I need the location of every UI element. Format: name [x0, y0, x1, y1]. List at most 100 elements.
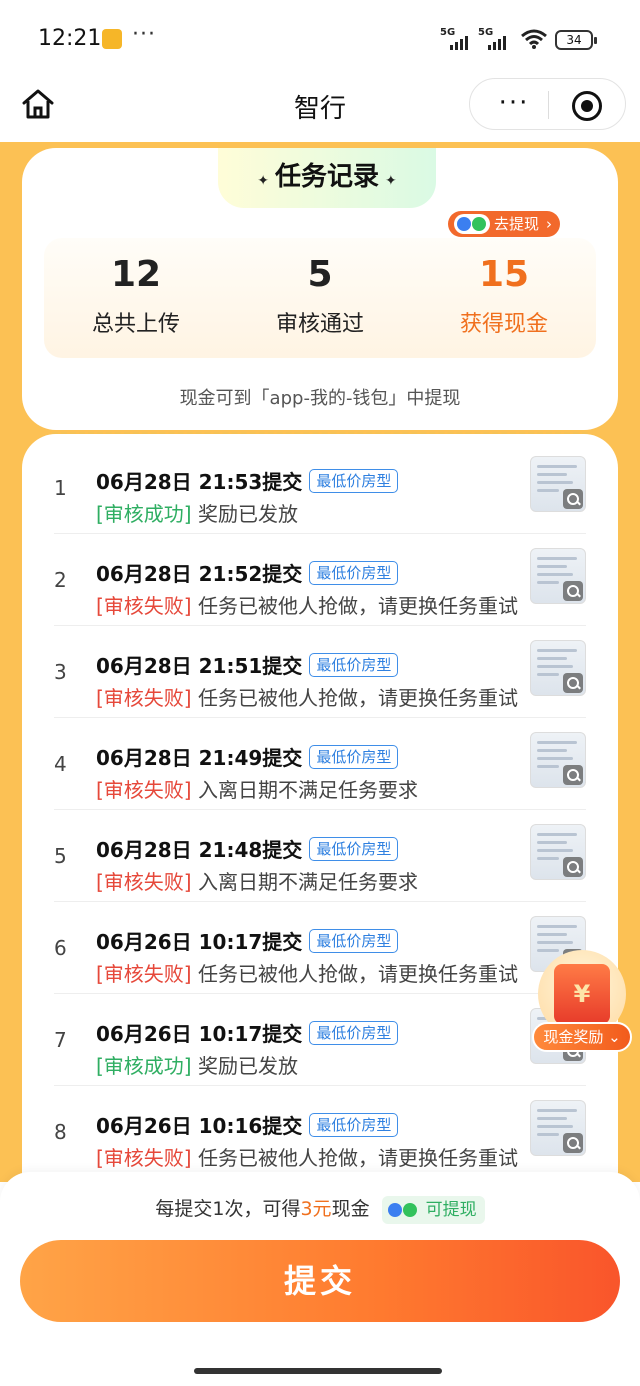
wallet-brand-icon — [387, 1201, 422, 1219]
task-index: 4 — [54, 752, 67, 776]
task-message: 任务已被他人抢做，请更换任务重试 — [197, 962, 518, 986]
task-type-tag: 最低价房型 — [309, 468, 399, 493]
reward-info: 每提交1次，可得3元现金 可提现 — [0, 1194, 640, 1224]
wallet-brand-icon — [454, 214, 490, 234]
task-submit-time: 06月28日 21:49提交 — [96, 746, 303, 770]
notification-icon — [102, 29, 122, 49]
task-index: 8 — [54, 1120, 67, 1144]
stat-total-uploads: 12 总共上传 — [44, 252, 228, 338]
task-result: [审核成功] 奖励已发放 — [96, 498, 298, 527]
task-index: 1 — [54, 476, 67, 500]
summary-title: 任务记录 — [274, 162, 379, 192]
screenshot-thumbnail[interactable] — [530, 548, 586, 604]
clock: 12:21 — [38, 26, 102, 51]
task-submit-time: 06月28日 21:48提交 — [96, 838, 303, 862]
task-result: [审核失败] 任务已被他人抢做，请更换任务重试 — [96, 590, 518, 619]
task-header: 06月28日 21:51提交 最低价房型 — [96, 650, 399, 679]
task-result: [审核失败] 入离日期不满足任务要求 — [96, 774, 418, 803]
cash-reward-float[interactable]: ¥ 现金奖励 ⌄ — [530, 950, 634, 1054]
summary-title-badge: ✦ 任务记录 ✦ — [218, 148, 436, 208]
task-row[interactable]: 2 06月28日 21:52提交 最低价房型 [审核失败] 任务已被他人抢做，请更换… — [54, 534, 586, 626]
zoom-icon — [563, 673, 583, 693]
more-notifications-icon: ··· — [132, 22, 156, 47]
task-status: [审核失败] — [96, 870, 192, 894]
task-header: 06月28日 21:48提交 最低价房型 — [96, 834, 399, 863]
task-message: 奖励已发放 — [197, 502, 298, 526]
task-row[interactable]: 6 06月26日 10:17提交 最低价房型 [审核失败] 任务已被他人抢做，请更换… — [54, 902, 586, 994]
task-index: 3 — [54, 660, 67, 684]
task-status: [审核失败] — [96, 594, 192, 618]
bottom-panel: 每提交1次，可得3元现金 可提现 提交 — [0, 1172, 640, 1386]
withdraw-button[interactable]: 去提现 › — [448, 211, 560, 237]
task-submit-time: 06月28日 21:52提交 — [96, 562, 303, 586]
reward-info-prefix: 每提交1次，可得 — [155, 1198, 301, 1220]
zoom-icon — [563, 489, 583, 509]
stats-panel: 12 总共上传 5 审核通过 15 获得现金 — [44, 238, 596, 358]
task-type-tag: 最低价房型 — [309, 744, 399, 769]
stat-cash-earned: 15 获得现金 — [412, 252, 596, 338]
screenshot-thumbnail[interactable] — [530, 456, 586, 512]
task-status: [审核失败] — [96, 962, 192, 986]
task-submit-time: 06月28日 21:51提交 — [96, 654, 303, 678]
task-status: [审核失败] — [96, 686, 192, 710]
stat-label: 获得现金 — [459, 312, 548, 337]
task-status: [审核成功] — [96, 502, 192, 526]
nav-bar: 智行 ··· — [0, 78, 640, 142]
screenshot-thumbnail[interactable] — [530, 640, 586, 696]
task-list: 1 06月28日 21:53提交 最低价房型 [审核成功] 奖励已发放 2 06月28日… — [22, 434, 618, 1194]
red-envelope-icon: ¥ — [554, 964, 610, 1024]
withdraw-hint: 现金可到「app-我的-钱包」中提现 — [179, 388, 461, 409]
task-submit-time: 06月26日 10:17提交 — [96, 1022, 303, 1046]
close-target-icon[interactable] — [572, 91, 602, 121]
task-row[interactable]: 3 06月28日 21:51提交 最低价房型 [审核失败] 任务已被他人抢做，请更换… — [54, 626, 586, 718]
screenshot-thumbnail[interactable] — [530, 732, 586, 788]
task-index: 2 — [54, 568, 67, 592]
zoom-icon — [563, 857, 583, 877]
battery-icon: 34 — [555, 30, 597, 50]
stat-label: 审核通过 — [275, 312, 364, 337]
task-message: 入离日期不满足任务要求 — [197, 870, 418, 894]
capsule-divider — [548, 91, 549, 119]
task-submit-time: 06月28日 21:53提交 — [96, 470, 303, 494]
submit-button[interactable]: 提交 — [20, 1240, 620, 1322]
yen-icon: ¥ — [573, 980, 591, 1008]
task-message: 任务已被他人抢做，请更换任务重试 — [197, 686, 518, 710]
task-type-tag: 最低价房型 — [309, 652, 399, 677]
task-submit-time: 06月26日 10:16提交 — [96, 1114, 303, 1138]
screenshot-thumbnail[interactable] — [530, 824, 586, 880]
task-row[interactable]: 8 06月26日 10:16提交 最低价房型 [审核失败] 任务已被他人抢做，请更换… — [54, 1086, 586, 1178]
stat-label: 总共上传 — [91, 312, 180, 337]
withdrawable-chip: 可提现 — [381, 1195, 485, 1224]
zoom-icon — [563, 1133, 583, 1153]
home-indicator — [194, 1368, 442, 1374]
mini-program-capsule: ··· — [469, 78, 626, 130]
screenshot-thumbnail[interactable] — [530, 1100, 586, 1156]
task-type-tag: 最低价房型 — [309, 928, 399, 953]
signal-icon-1 — [450, 34, 474, 50]
task-row[interactable]: 1 06月28日 21:53提交 最低价房型 [审核成功] 奖励已发放 — [54, 442, 586, 534]
task-row[interactable]: 7 06月26日 10:17提交 最低价房型 [审核成功] 奖励已发放 — [54, 994, 586, 1086]
reward-amount: 3元 — [300, 1198, 332, 1220]
task-result: [审核失败] 任务已被他人抢做，请更换任务重试 — [96, 1142, 518, 1171]
task-status: [审核成功] — [96, 1054, 192, 1078]
task-result: [审核成功] 奖励已发放 — [96, 1050, 298, 1079]
task-status: [审核失败] — [96, 1146, 192, 1170]
task-message: 入离日期不满足任务要求 — [197, 778, 418, 802]
task-header: 06月28日 21:49提交 最低价房型 — [96, 742, 399, 771]
task-index: 7 — [54, 1028, 67, 1052]
task-header: 06月26日 10:16提交 最低价房型 — [96, 1110, 399, 1139]
task-summary-card: ✦ 任务记录 ✦ 12 总共上传 5 审核通过 15 获得现金 去提现 › 现金可到… — [22, 148, 618, 430]
more-menu-icon[interactable]: ··· — [484, 79, 544, 131]
zoom-icon — [563, 581, 583, 601]
star-icon: ✦ — [385, 172, 397, 189]
task-row[interactable]: 5 06月28日 21:48提交 最低价房型 [审核失败] 入离日期不满足任务要求 — [54, 810, 586, 902]
task-row[interactable]: 4 06月28日 21:49提交 最低价房型 [审核失败] 入离日期不满足任务要求 — [54, 718, 586, 810]
task-result: [审核失败] 任务已被他人抢做，请更换任务重试 — [96, 682, 518, 711]
wifi-icon — [521, 29, 547, 49]
task-header: 06月26日 10:17提交 最低价房型 — [96, 1018, 399, 1047]
task-message: 任务已被他人抢做，请更换任务重试 — [197, 594, 518, 618]
stat-value: 12 — [110, 254, 162, 295]
task-header: 06月28日 21:53提交 最低价房型 — [96, 466, 399, 495]
task-status: [审核失败] — [96, 778, 192, 802]
task-header: 06月26日 10:17提交 最低价房型 — [96, 926, 399, 955]
